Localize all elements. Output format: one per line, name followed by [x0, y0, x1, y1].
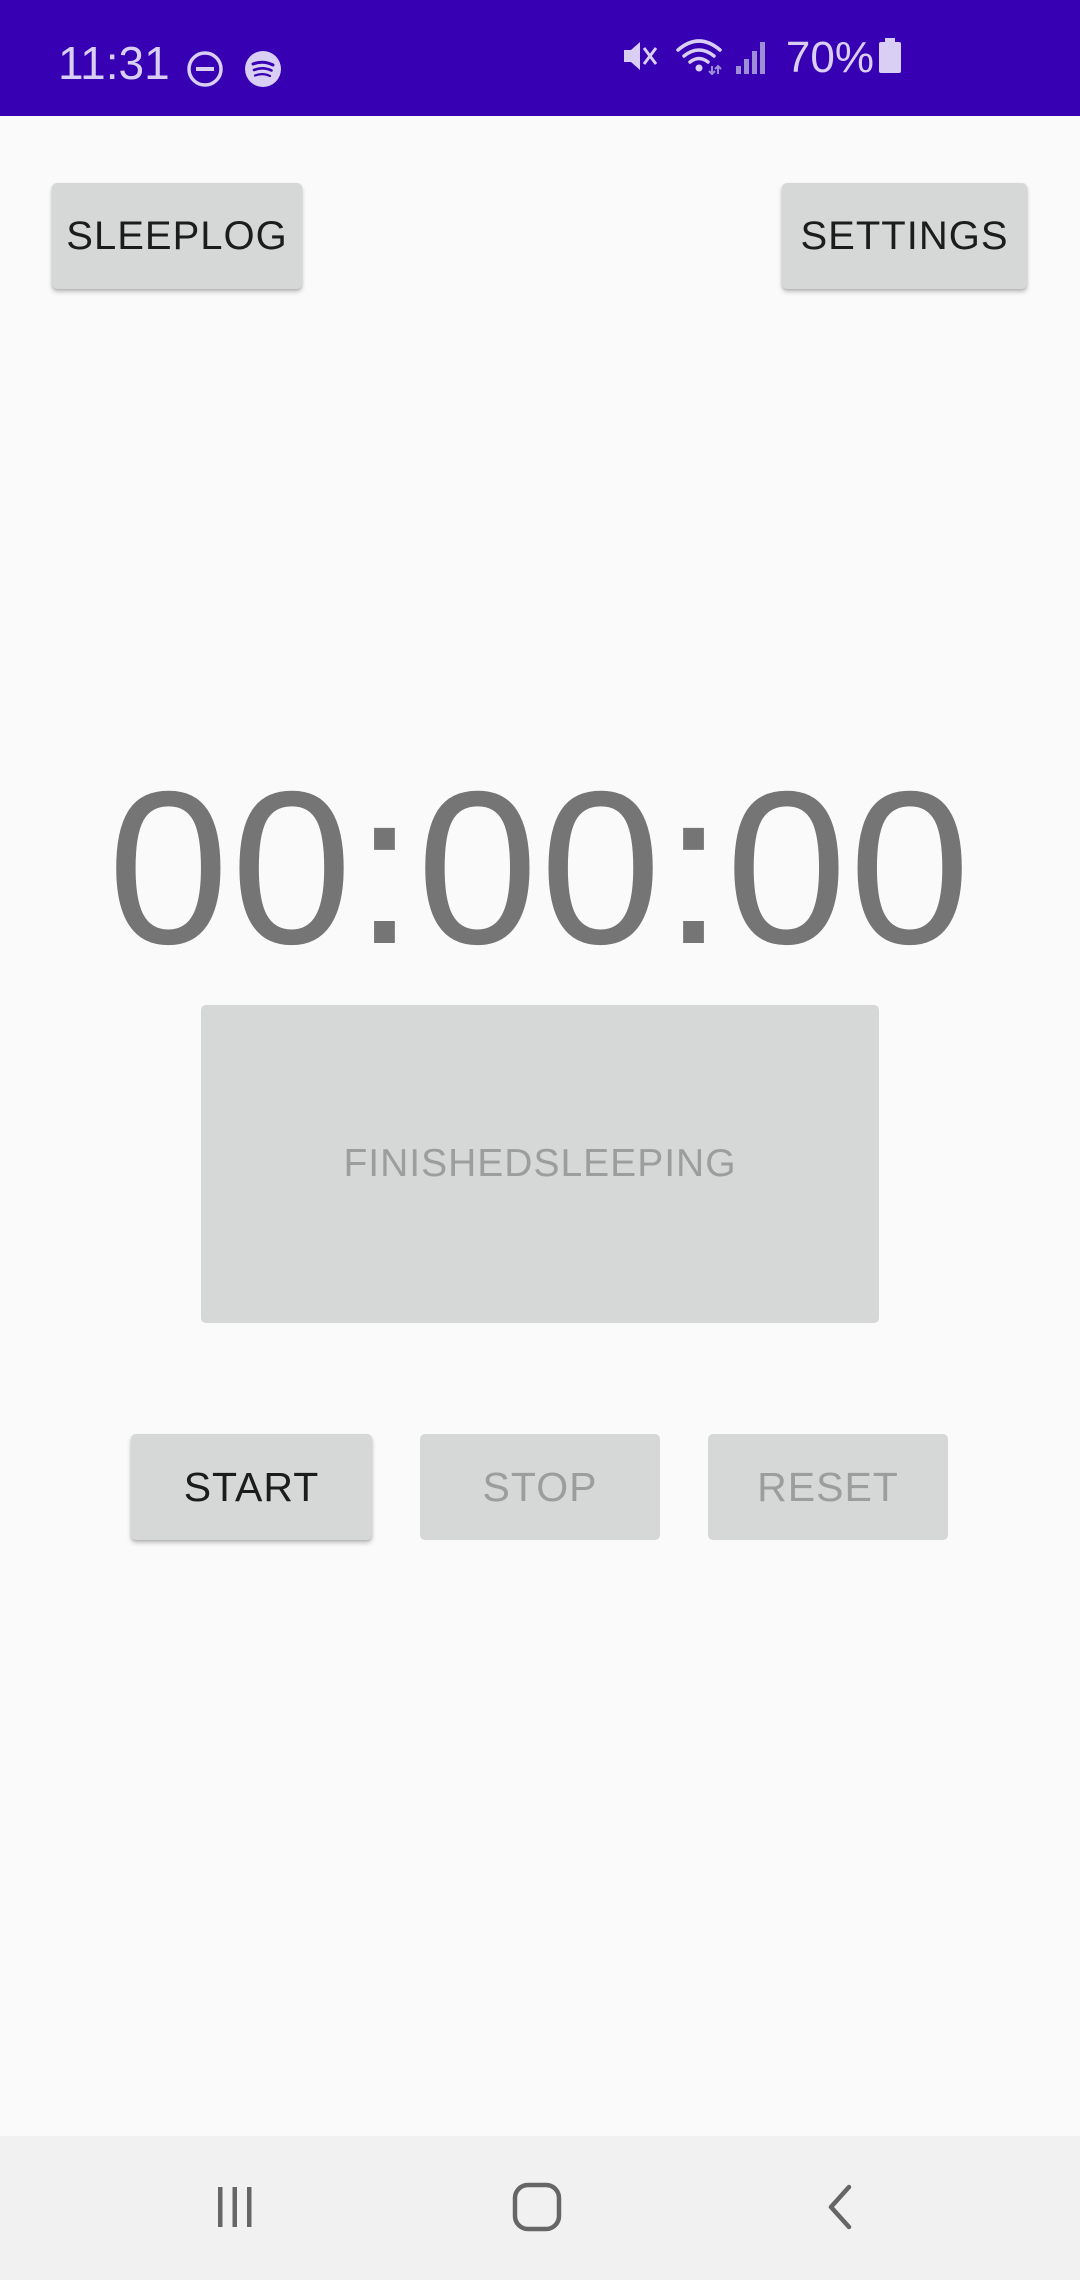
status-time: 11:31 [58, 37, 170, 89]
status-left-icons [186, 50, 282, 93]
timer-display: 00:00:00 [107, 747, 973, 990]
recents-button[interactable] [190, 2164, 280, 2254]
signal-icon [734, 36, 770, 81]
spotify-icon [244, 50, 282, 93]
wifi-icon [674, 36, 724, 81]
sleeplog-button[interactable]: SLEEPLOG [52, 183, 302, 289]
finished-sleeping-button[interactable]: FINISHEDSLEEPING [201, 1005, 879, 1323]
back-icon [815, 2182, 865, 2237]
home-icon [510, 2180, 564, 2239]
battery-icon [878, 37, 902, 79]
stop-button[interactable]: STOP [420, 1434, 660, 1540]
home-button[interactable] [492, 2164, 582, 2254]
start-button[interactable]: START [131, 1434, 372, 1540]
do-not-disturb-icon [186, 50, 224, 93]
status-bar: 11:31 70% [0, 0, 1080, 116]
reset-button[interactable]: RESET [708, 1434, 948, 1540]
settings-button[interactable]: SETTINGS [782, 183, 1027, 289]
battery-percent: 70% [785, 33, 874, 82]
navigation-bar [0, 2136, 1080, 2280]
back-button[interactable] [795, 2164, 885, 2254]
recents-icon [210, 2182, 260, 2237]
mute-icon [620, 36, 662, 81]
app-screen: 11:31 70% SLEEPLOG SETTINGS 00:00:00 FIN… [0, 0, 1080, 2280]
status-right-icons: 70% [620, 0, 1080, 116]
